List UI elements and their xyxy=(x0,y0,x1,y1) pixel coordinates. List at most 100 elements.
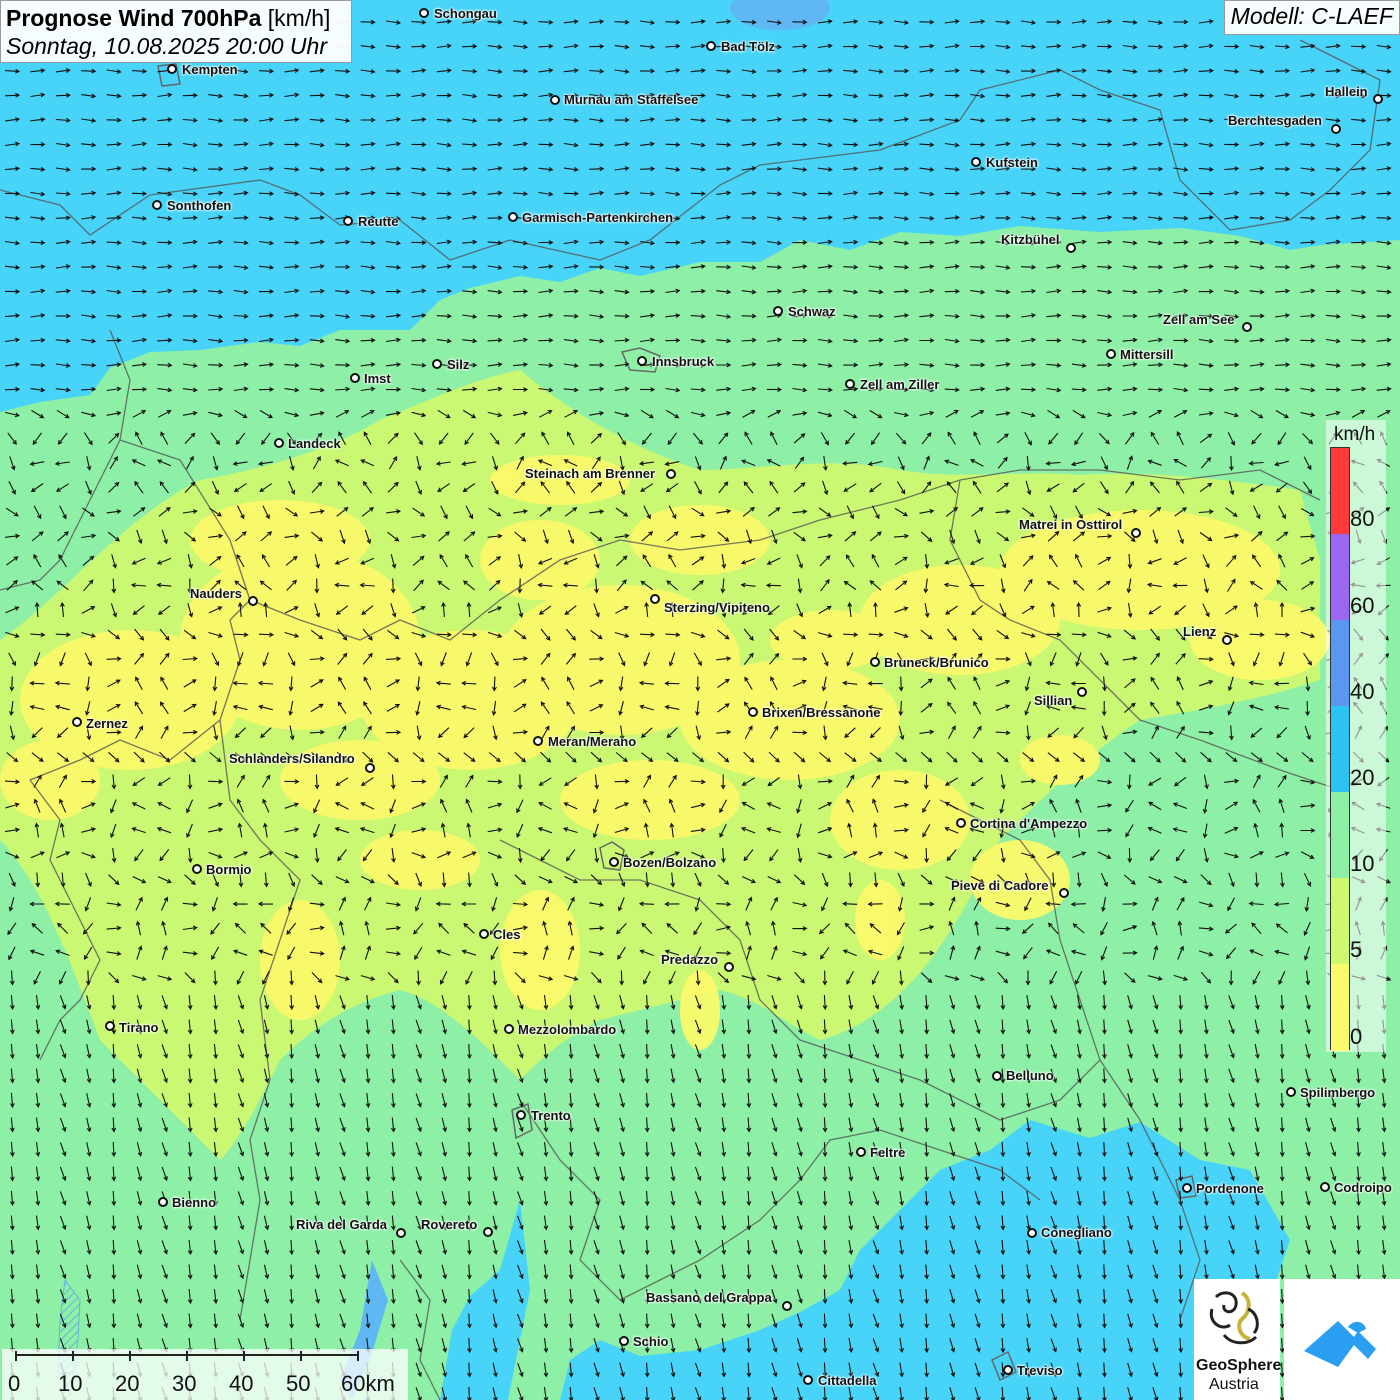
city-label: Silz xyxy=(447,357,470,372)
title-line: Prognose Wind 700hPa [km/h] xyxy=(6,4,346,32)
city-marker xyxy=(1003,1365,1013,1375)
geosphere-logo-line1: GeoSphere xyxy=(1196,1357,1282,1374)
city-marker xyxy=(365,763,375,773)
legend-seg-0 xyxy=(1331,964,1349,1051)
forecast-date: Sonntag, 10.08.2025 20:00 Uhr xyxy=(6,33,327,59)
city-label: Kitzbühel xyxy=(1001,232,1060,247)
legend-color-bar xyxy=(1330,447,1350,1051)
city-label: Mittersill xyxy=(1120,347,1174,362)
city-marker xyxy=(479,929,489,939)
geosphere-logo: GeoSphere Austria xyxy=(1194,1279,1282,1400)
city-label: Zell am Ziller xyxy=(860,377,940,392)
city-label: Treviso xyxy=(1017,1363,1063,1378)
city-marker xyxy=(504,1024,514,1034)
city-label: Sonthofen xyxy=(167,198,232,213)
legend-tick-5: 5 xyxy=(1350,937,1363,962)
city-marker xyxy=(483,1227,493,1237)
city-label: Matrei in Osttirol xyxy=(1019,517,1123,532)
city-label: Hallein xyxy=(1325,84,1368,99)
mountain-logo-icon xyxy=(1304,1321,1376,1367)
city-label: Reutte xyxy=(358,214,399,229)
geosphere-logo-line2: Austria xyxy=(1209,1376,1259,1393)
city-label: Cles xyxy=(493,927,521,942)
scale-label-30: 30 xyxy=(172,1371,197,1396)
city-label: Berchtesgaden xyxy=(1228,113,1322,128)
city-label: Mezzolombardo xyxy=(518,1022,617,1037)
city-marker xyxy=(956,818,966,828)
city-marker xyxy=(1182,1183,1192,1193)
city-label: Riva del Garda xyxy=(296,1217,388,1232)
model-label: Modell: C-LAEF xyxy=(1223,0,1400,35)
city-marker xyxy=(274,438,284,448)
city-marker xyxy=(1059,888,1069,898)
city-marker xyxy=(1222,635,1232,645)
city-label: Bormio xyxy=(206,862,252,877)
city-label: Brixen/Bressanone xyxy=(762,705,881,720)
city-marker xyxy=(706,41,716,51)
city-label: Trento xyxy=(531,1108,571,1123)
city-label: Zernez xyxy=(86,716,128,731)
city-label: Schongau xyxy=(434,6,497,21)
city-label: Feltre xyxy=(870,1145,906,1160)
scale-label-0: 0 xyxy=(8,1371,21,1396)
city-marker xyxy=(971,157,981,167)
city-marker xyxy=(248,596,258,606)
city-label: Bad Tölz xyxy=(721,39,776,54)
city-marker xyxy=(1131,528,1141,538)
city-marker xyxy=(72,717,82,727)
city-marker xyxy=(650,594,660,604)
city-marker xyxy=(782,1301,792,1311)
city-label: Sillian xyxy=(1034,693,1073,708)
wind-forecast-map: Prognose Wind 700hPa [km/h] Sonntag, 10.… xyxy=(0,0,1400,1400)
city-marker xyxy=(773,306,783,316)
city-marker xyxy=(350,373,360,383)
city-marker xyxy=(152,200,162,210)
city-marker xyxy=(396,1228,406,1238)
city-label: Nauders xyxy=(190,586,243,601)
geosphere-emblem-icon xyxy=(1209,1291,1259,1345)
city-label: Cittadella xyxy=(818,1373,877,1388)
title-box: Prognose Wind 700hPa [km/h] Sonntag, 10.… xyxy=(0,0,352,63)
city-label: Spilimbergo xyxy=(1300,1085,1376,1100)
legend-seg-10 xyxy=(1331,792,1349,878)
city-label: Cortina d'Ampezzo xyxy=(970,816,1088,831)
legend-tick-60: 60 xyxy=(1350,593,1375,618)
city-label: Sterzing/Vipiteno xyxy=(664,600,770,615)
legend-tick-10: 10 xyxy=(1350,851,1375,876)
city-marker xyxy=(1286,1087,1296,1097)
city-marker xyxy=(637,356,647,366)
city-label: Zell am See xyxy=(1163,312,1235,327)
city-marker xyxy=(1242,322,1252,332)
city-marker xyxy=(856,1147,866,1157)
city-marker xyxy=(1027,1228,1037,1238)
city-label: Conegliano xyxy=(1041,1225,1112,1240)
city-label: Murnau am Staffelsee xyxy=(564,92,699,107)
legend-tick-40: 40 xyxy=(1350,679,1375,704)
city-marker xyxy=(870,657,880,667)
city-label: Belluno xyxy=(1006,1068,1054,1083)
scale-label-50: 50 xyxy=(286,1371,311,1396)
legend-seg-60 xyxy=(1331,534,1349,620)
city-label: Bienno xyxy=(172,1195,217,1210)
city-marker xyxy=(748,707,758,717)
city-marker xyxy=(550,95,560,105)
city-marker xyxy=(508,212,518,222)
city-label: Kempten xyxy=(182,62,238,77)
city-marker xyxy=(619,1336,629,1346)
city-marker xyxy=(1373,94,1383,104)
city-label: Schwaz xyxy=(788,304,836,319)
city-label: Pieve di Cadore xyxy=(951,878,1049,893)
city-marker xyxy=(1320,1182,1330,1192)
city-label: Innsbruck xyxy=(652,354,715,369)
city-label: Schlanders/Silandro xyxy=(229,751,355,766)
city-label: Codroipo xyxy=(1334,1180,1392,1195)
legend-unit: km/h xyxy=(1334,424,1376,445)
city-label: Garmisch-Partenkirchen xyxy=(522,210,674,225)
city-marker xyxy=(419,8,429,18)
city-label: Landeck xyxy=(288,436,341,451)
city-marker xyxy=(432,359,442,369)
city-label: Bassano del Grappa xyxy=(646,1290,772,1305)
legend-seg-5 xyxy=(1331,878,1349,964)
city-marker xyxy=(609,857,619,867)
legend-tick-20: 20 xyxy=(1350,765,1375,790)
